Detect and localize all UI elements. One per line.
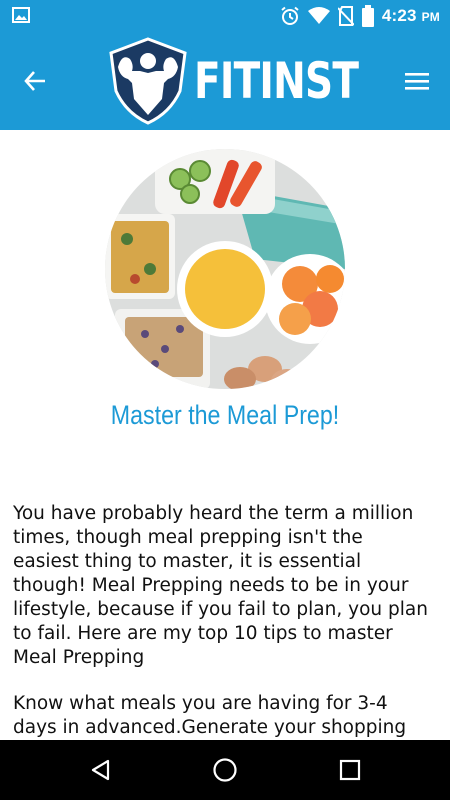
nav-back-button[interactable] — [86, 755, 116, 785]
nav-recents-button[interactable] — [335, 755, 365, 785]
app-logo: FITINST — [108, 37, 359, 127]
battery-icon — [361, 5, 374, 27]
app-bar: FITINST — [0, 32, 450, 130]
image-notification-icon — [12, 7, 30, 23]
bodybuilder-shield-icon — [109, 37, 187, 125]
system-nav-bar — [0, 740, 450, 800]
recents-square-icon — [339, 759, 361, 781]
status-time-ampm: PM — [421, 10, 440, 24]
article-title: Master the Meal Prep! — [110, 400, 340, 430]
menu-button[interactable] — [400, 65, 434, 97]
article-paragraph: Know what meals you are having for 3-4 d… — [13, 693, 407, 738]
wifi-icon — [307, 7, 330, 24]
no-sim-icon — [337, 6, 354, 26]
status-bar: 4:23 PM — [0, 0, 450, 32]
back-triangle-icon — [91, 759, 110, 781]
arrow-left-icon — [24, 71, 45, 91]
logo-text: FITINST — [194, 52, 359, 110]
meal-prep-food-bowls — [105, 149, 345, 389]
status-time-value: 4:23 — [381, 6, 417, 25]
nav-home-button[interactable] — [210, 755, 240, 785]
hamburger-menu-icon — [405, 73, 429, 90]
hero-image — [105, 149, 345, 389]
alarm-icon — [281, 6, 299, 25]
home-circle-icon — [213, 758, 237, 782]
back-button[interactable] — [18, 65, 52, 97]
status-time: 4:23 PM — [382, 6, 440, 26]
article-content[interactable]: Master the Meal Prep! You have probably … — [0, 130, 450, 740]
article-paragraph: You have probably heard the term a milli… — [13, 503, 428, 668]
